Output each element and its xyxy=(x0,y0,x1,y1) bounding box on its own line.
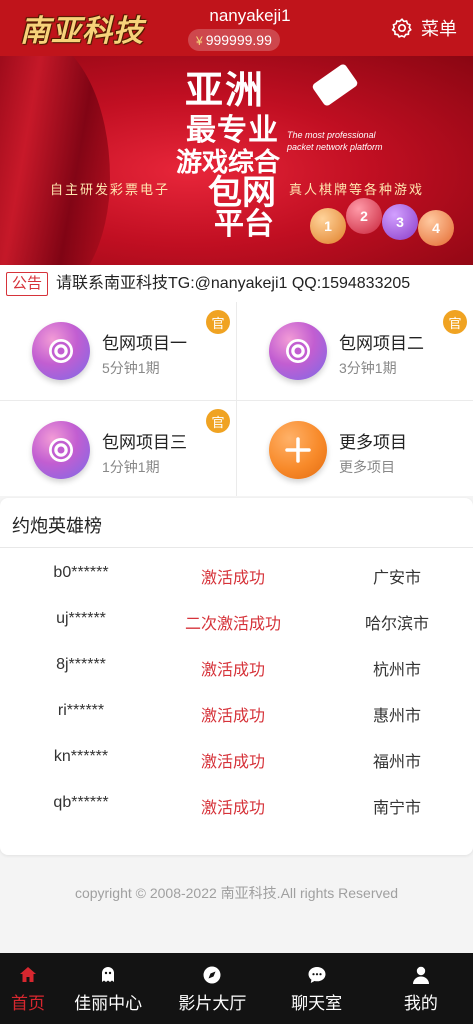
row-city: 南宁市 xyxy=(372,800,421,817)
row-city: 福州市 xyxy=(372,754,421,771)
home-icon xyxy=(20,967,36,982)
row-user: uj****** xyxy=(56,610,106,627)
chat-icon xyxy=(308,967,326,983)
row-city: 哈尔滨市 xyxy=(364,616,429,633)
leaderboard-row: b0****** 激活成功 广安市 xyxy=(0,552,473,598)
row-user: qb****** xyxy=(53,794,109,811)
lottery-ball: 1 xyxy=(310,208,346,244)
nav-mine[interactable]: 我的 xyxy=(369,953,473,1024)
bottom-nav: 首页 佳丽中心 影片大厅 聊天室 我的 xyxy=(0,953,473,1024)
row-status: 二次激活成功 xyxy=(184,616,281,633)
row-user: 8j****** xyxy=(56,656,106,673)
project-card-3[interactable]: 包网项目三 1分钟1期 官 xyxy=(0,401,236,497)
lottery-ball: 4 xyxy=(418,210,454,246)
nav-chat-room[interactable]: 聊天室 xyxy=(265,953,369,1024)
nav-home[interactable]: 首页 xyxy=(0,953,56,1024)
project-period: 更多项目 xyxy=(339,459,395,475)
nav-label: 聊天室 xyxy=(291,994,343,1013)
project-period: 1分钟1期 xyxy=(102,459,160,475)
project-icon xyxy=(269,421,327,479)
currency-symbol: ¥ xyxy=(196,34,203,48)
project-name: 包网项目二 xyxy=(339,334,424,353)
row-status: 激活成功 xyxy=(200,800,265,817)
project-card-2[interactable]: 包网项目二 3分钟1期 官 xyxy=(237,302,473,398)
project-icon xyxy=(32,421,90,479)
plus-icon xyxy=(285,437,311,463)
logo-text: 南亚科技 xyxy=(20,14,144,49)
project-period: 5分钟1期 xyxy=(102,360,160,376)
leaderboard-row: qb****** 激活成功 南宁市 xyxy=(0,782,473,828)
banner-right-text: 真人棋牌等各种游戏 xyxy=(289,182,425,197)
official-badge: 官 xyxy=(206,310,230,334)
project-icon xyxy=(32,322,90,380)
announcement-text: 请联系南亚科技TG:@nanyakeji1 QQ:1594833205 xyxy=(56,275,411,292)
nav-beauty-center[interactable]: 佳丽中心 xyxy=(56,953,160,1024)
official-badge: 官 xyxy=(206,409,230,433)
user-icon xyxy=(412,966,429,984)
project-grid: 包网项目一 5分钟1期 官 包网项目二 3分钟1期 官 包网项目三 1分钟1期 … xyxy=(0,302,473,496)
copyright-text: copyright © 2008-2022 南亚科技.All rights Re… xyxy=(74,885,399,901)
project-period: 3分钟1期 xyxy=(339,360,397,376)
brand-logo[interactable]: 南亚科技 xyxy=(14,6,150,50)
speaker-icon xyxy=(49,438,73,462)
lottery-ball: 2 xyxy=(346,198,382,234)
balance-badge: ¥999999.99 xyxy=(188,29,280,51)
row-city: 广安市 xyxy=(372,570,421,587)
announcement-tag: 公告 xyxy=(6,272,49,296)
banner-title-line2: 最专业 xyxy=(186,113,279,148)
nav-label: 首页 xyxy=(11,994,45,1013)
banner-english: The most professional packet network pla… xyxy=(287,130,383,152)
announcement-bar[interactable]: 公告 请联系南亚科技TG:@nanyakeji1 QQ:1594833205 xyxy=(0,265,473,303)
username: nanyakeji1 xyxy=(209,6,291,25)
gear-icon xyxy=(391,18,412,38)
curtain-decoration xyxy=(0,56,110,265)
ghost-icon xyxy=(102,967,115,982)
leaderboard-panel: 约炮英雄榜 b0****** 激活成功 广安市 uj****** 二次激活成功 … xyxy=(0,498,473,855)
project-card-1[interactable]: 包网项目一 5分钟1期 官 xyxy=(0,302,236,398)
row-city: 杭州市 xyxy=(372,662,421,679)
lottery-ball: 3 xyxy=(382,204,418,240)
banner-left-text: 自主研发彩票电子 xyxy=(50,182,171,197)
speaker-icon xyxy=(286,339,310,363)
top-header: 南亚科技 nanyakeji1 ¥999999.99 菜单 xyxy=(0,0,473,56)
promo-banner[interactable]: 亚洲 最专业 游戏综合 包网 平台 The most professional … xyxy=(0,56,473,265)
row-user: b0****** xyxy=(53,564,109,581)
leaderboard-divider xyxy=(0,547,473,548)
leaderboard-title: 约炮英雄榜 xyxy=(12,516,102,536)
menu-label: 菜单 xyxy=(421,19,457,39)
nav-label: 佳丽中心 xyxy=(74,994,143,1013)
row-status: 激活成功 xyxy=(200,708,265,725)
row-status: 激活成功 xyxy=(200,662,265,679)
banner-title-line1: 亚洲 xyxy=(185,67,266,112)
leaderboard-row: kn****** 激活成功 福州市 xyxy=(0,736,473,782)
balance-value: 999999.99 xyxy=(205,32,272,48)
speaker-icon xyxy=(49,339,73,363)
leaderboard-row: ri****** 激活成功 惠州市 xyxy=(0,690,473,736)
project-name: 包网项目一 xyxy=(102,334,187,353)
row-status: 激活成功 xyxy=(200,754,265,771)
leaderboard-row: uj****** 二次激活成功 哈尔滨市 xyxy=(0,598,473,644)
project-name: 包网项目三 xyxy=(102,433,187,452)
banner-title-line5: 平台 xyxy=(214,207,274,242)
nav-label: 影片大厅 xyxy=(178,994,247,1013)
official-badge: 官 xyxy=(443,310,467,334)
project-name: 更多项目 xyxy=(339,433,407,452)
row-city: 惠州市 xyxy=(372,708,421,725)
row-user: ri****** xyxy=(57,702,105,719)
row-user: kn****** xyxy=(53,748,109,765)
leaderboard-row: 8j****** 激活成功 杭州市 xyxy=(0,644,473,690)
menu-button[interactable]: 菜单 xyxy=(391,14,457,42)
card-decoration xyxy=(311,62,359,108)
nav-label: 我的 xyxy=(403,994,438,1013)
project-card-more[interactable]: 更多项目 更多项目 xyxy=(237,401,473,497)
row-status: 激活成功 xyxy=(200,570,265,587)
nav-movie-hall[interactable]: 影片大厅 xyxy=(160,953,264,1024)
project-icon xyxy=(269,322,327,380)
compass-icon xyxy=(203,966,221,984)
